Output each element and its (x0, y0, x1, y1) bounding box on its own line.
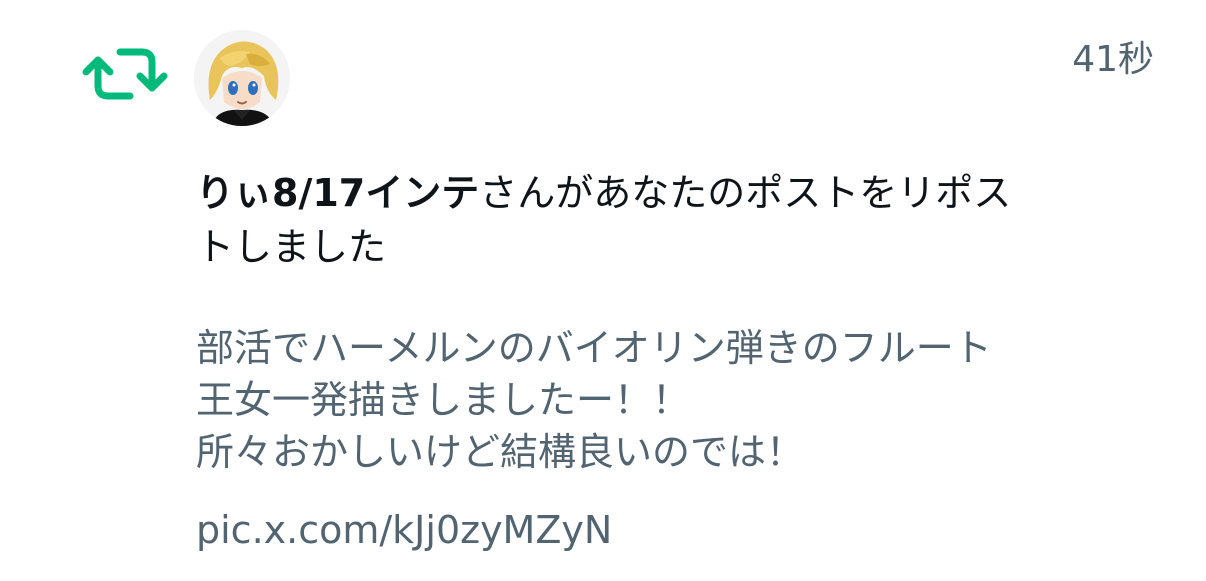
repost-icon-svg (82, 48, 168, 100)
username[interactable]: りぃ8/17インテ (196, 171, 479, 215)
repost-icon (80, 44, 170, 104)
avatar[interactable] (194, 30, 290, 126)
post-text: 部活でハーメルンのバイオリン弾きのフルート王女一発描きしましたー！！ 所々おかし… (196, 326, 992, 474)
timestamp: 41秒 (1072, 39, 1154, 80)
anime-avatar-image (194, 30, 290, 126)
repost-message: りぃ8/17インテさんがあなたのポストをリポストしました (196, 166, 1016, 274)
post-link[interactable]: pic.x.com/kJj0zyMZyN (196, 504, 612, 556)
repost-notification[interactable]: 41秒 りぃ8/17インテさんがあなたのポストをリポストしました 部活でハーメル… (0, 0, 1206, 581)
